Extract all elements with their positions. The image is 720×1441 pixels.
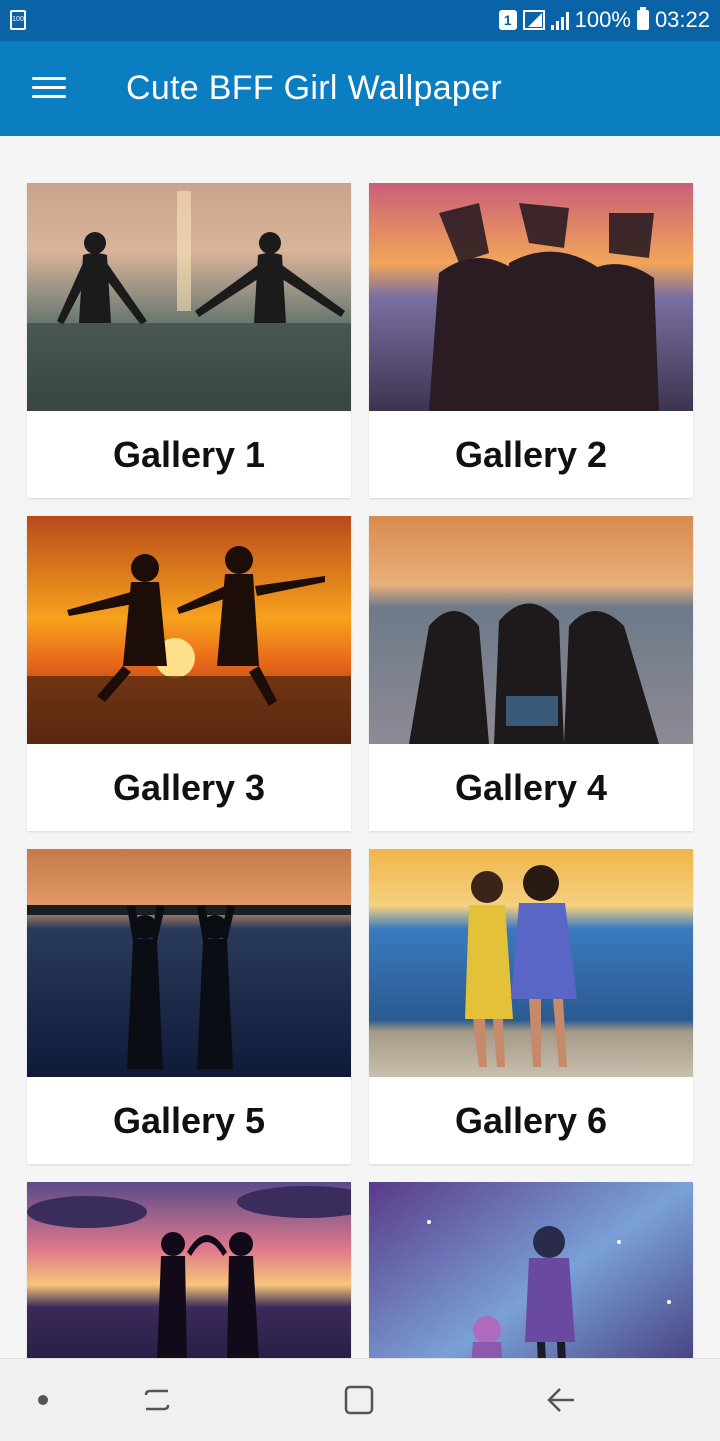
gallery-label: Gallery 5 <box>112 1099 266 1141</box>
system-nav-bar <box>0 1358 720 1441</box>
gallery-thumbnail <box>27 1182 351 1358</box>
gallery-label: Gallery 6 <box>454 1099 608 1141</box>
gallery-card-6[interactable]: Gallery 6 <box>369 849 693 1164</box>
home-icon[interactable] <box>342 1383 376 1417</box>
gallery-label: Gallery 4 <box>454 766 608 808</box>
gallery-card-5[interactable]: Gallery 5 <box>27 849 351 1164</box>
hamburger-menu-icon[interactable] <box>32 77 66 99</box>
gallery-label: Gallery 1 <box>112 433 266 475</box>
gallery-thumbnail <box>369 1182 693 1358</box>
sim-slot-icon: 1 <box>498 10 517 30</box>
cell-signal-icon <box>550 10 569 30</box>
gallery-card-2[interactable]: Gallery 2 <box>369 183 693 498</box>
back-icon[interactable] <box>544 1383 578 1417</box>
gallery-grid: Gallery 1 Gallery 2 Gallery 3 Gallery 4 … <box>27 183 693 1358</box>
gallery-list[interactable]: Gallery 1 Gallery 2 Gallery 3 Gallery 4 … <box>0 136 720 1358</box>
battery-percent: 100% <box>574 7 631 32</box>
gallery-card-3[interactable]: Gallery 3 <box>27 516 351 831</box>
gallery-card-4[interactable]: Gallery 4 <box>369 516 693 831</box>
app-bar: Cute BFF Girl Wallpaper <box>0 41 720 136</box>
recent-apps-icon[interactable] <box>140 1383 174 1417</box>
gallery-thumbnail <box>27 183 351 411</box>
battery-icon <box>636 7 649 30</box>
signal-icon <box>522 10 545 30</box>
app-title: Cute BFF Girl Wallpaper <box>126 69 502 107</box>
gallery-card-8[interactable] <box>369 1182 693 1358</box>
gallery-card-1[interactable]: Gallery 1 <box>27 183 351 498</box>
gallery-label: Gallery 3 <box>112 766 266 808</box>
dot-icon <box>38 1395 48 1405</box>
gallery-label: Gallery 2 <box>454 433 608 475</box>
gallery-thumbnail <box>27 849 351 1077</box>
clock: 03:22 <box>654 7 710 32</box>
gallery-card-7[interactable] <box>27 1182 351 1358</box>
gallery-thumbnail <box>369 849 693 1077</box>
status-bar: 100 1 100% 03:22 <box>0 0 720 41</box>
status-icons: 1 100% 03:22 <box>498 6 710 34</box>
gallery-thumbnail <box>369 183 693 411</box>
battery-saver-icon: 100 <box>10 10 26 30</box>
gallery-thumbnail <box>27 516 351 744</box>
gallery-thumbnail <box>369 516 693 744</box>
